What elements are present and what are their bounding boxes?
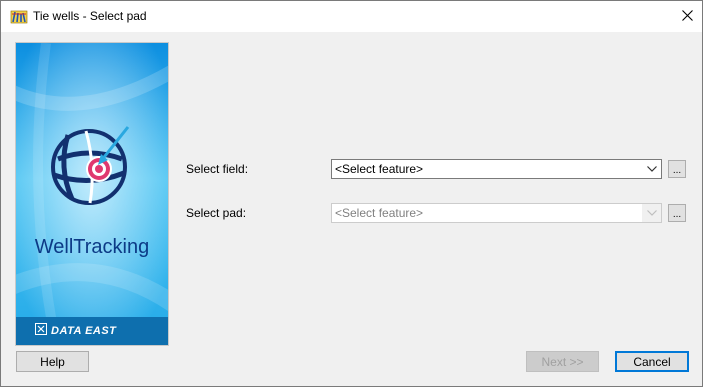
select-field-browse-button[interactable]: ... <box>668 160 686 178</box>
close-icon <box>681 8 693 26</box>
app-icon <box>10 8 28 26</box>
close-button[interactable] <box>672 1 702 32</box>
next-button[interactable]: Next >> <box>526 351 599 372</box>
title-bar: Tie wells - Select pad <box>1 1 702 32</box>
select-pad-combo[interactable]: <Select feature> <box>331 203 662 223</box>
select-field-combo[interactable]: <Select feature> <box>331 159 662 179</box>
select-field-value: <Select feature> <box>335 162 424 176</box>
chevron-down-icon[interactable] <box>643 204 661 222</box>
select-pad-browse-button[interactable]: ... <box>668 204 686 222</box>
welltracking-banner: WellTracking DATA EAST <box>15 42 169 346</box>
cancel-button[interactable]: Cancel <box>615 351 689 372</box>
data-east-icon <box>35 322 47 340</box>
company-name: DATA EAST <box>51 325 117 337</box>
window-title: Tie wells - Select pad <box>33 9 147 23</box>
brand-name: WellTracking <box>34 236 150 258</box>
select-pad-label: Select pad: <box>186 206 247 220</box>
select-field-label: Select field: <box>186 162 249 176</box>
select-pad-value: <Select feature> <box>332 204 643 222</box>
dialog-window: Tie wells - Select pad WellTracking DATA… <box>0 0 703 387</box>
chevron-down-icon[interactable] <box>643 160 661 178</box>
help-button[interactable]: Help <box>16 351 89 372</box>
globe-target-logo <box>51 126 130 205</box>
banner-footer: DATA EAST <box>16 317 168 345</box>
company-logo: DATA EAST <box>35 322 117 340</box>
